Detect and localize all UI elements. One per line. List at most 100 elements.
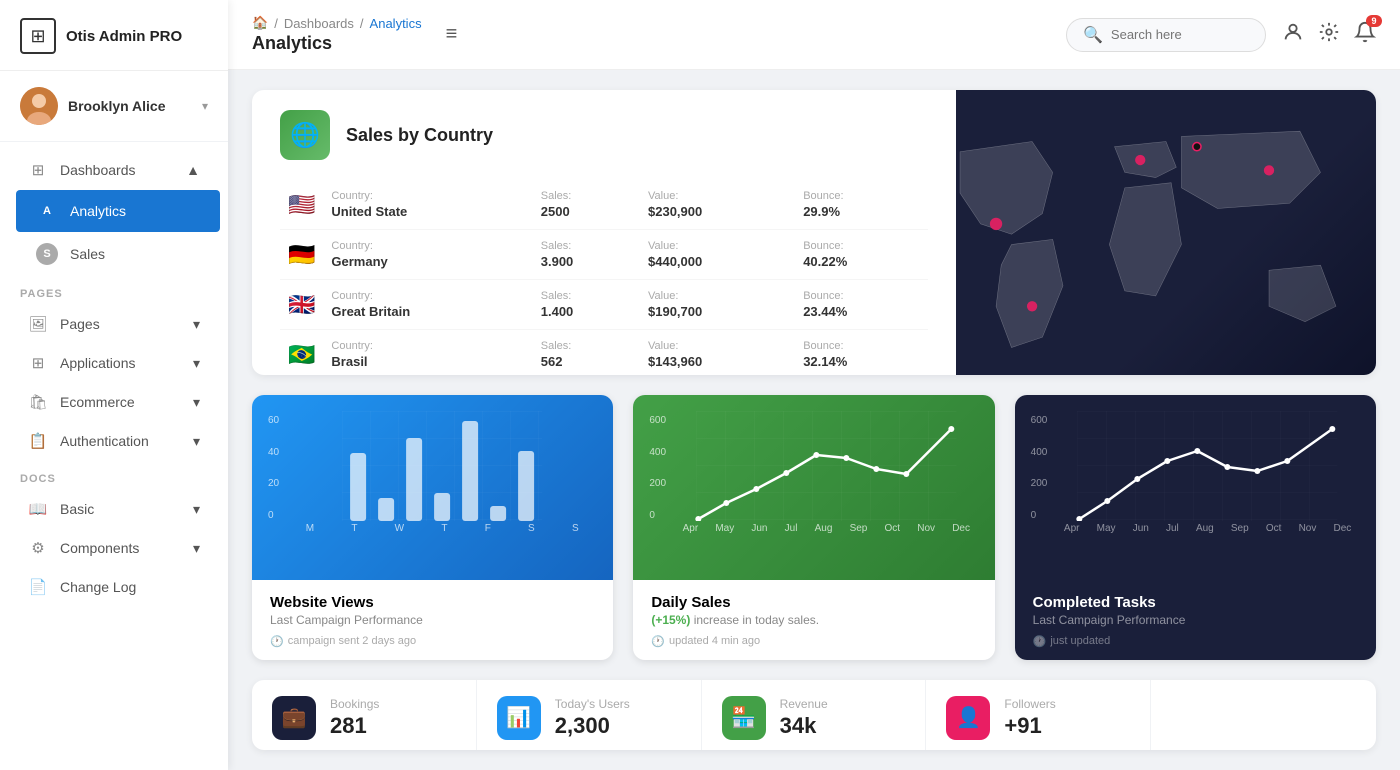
today-users-icon: 📊 (497, 696, 541, 740)
analytics-letter: A (36, 200, 58, 222)
daily-sales-highlight: (+15%) (651, 613, 690, 627)
country-bounce-cell: Bounce: 40.22% (795, 230, 928, 280)
bookings-icon: 💼 (272, 696, 316, 740)
breadcrumb-sep: / (274, 16, 278, 31)
revenue-icon: 🏪 (722, 696, 766, 740)
y-axis-labels: 60 40 20 0 (268, 411, 279, 521)
website-views-info: Website Views Last Campaign Performance … (252, 580, 613, 660)
topbar-icons: 9 (1282, 21, 1376, 48)
sidebar-item-changelog[interactable]: 📄 Change Log (8, 568, 220, 606)
chevron-up-icon: ▲ (186, 162, 200, 178)
breadcrumb-block: 🏠 / Dashboards / Analytics Analytics (252, 15, 422, 54)
sidebar-item-components[interactable]: ⚙ Components ▾ (8, 529, 220, 567)
sidebar-logo: ⊞ Otis Admin PRO (0, 0, 228, 71)
completed-tasks-info: Completed Tasks Last Campaign Performanc… (1015, 580, 1376, 660)
sales-header: 🌐 Sales by Country (280, 110, 928, 160)
country-bounce-cell: Bounce: 23.44% (795, 280, 928, 330)
search-icon: 🔍 (1083, 25, 1103, 45)
sidebar-item-analytics[interactable]: A Analytics (16, 190, 220, 232)
clock-icon: 🕐 (651, 635, 665, 648)
sidebar-item-authentication[interactable]: 📋 Authentication ▾ (8, 422, 220, 460)
sidebar-item-basic[interactable]: 📖 Basic ▾ (8, 490, 220, 528)
country-value-cell: Value: $440,000 (640, 230, 795, 280)
sidebar: ⊞ Otis Admin PRO Brooklyn Alice ▾ ⊞ Dash… (0, 0, 228, 770)
search-box[interactable]: 🔍 (1066, 18, 1266, 52)
chevron-down-icon: ▾ (202, 99, 208, 113)
website-views-meta: 🕐 campaign sent 2 days ago (270, 635, 595, 648)
country-sales-cell: Sales: 562 (533, 330, 640, 375)
country-value-cell: Value: $190,700 (640, 280, 795, 330)
chevron-down-icon: ▾ (193, 501, 200, 518)
page-title: Analytics (252, 33, 422, 54)
country-value-cell: Value: $230,900 (640, 180, 795, 230)
followers-label: Followers (1004, 697, 1055, 711)
website-views-card: 60 40 20 0 (252, 395, 613, 660)
stat-followers: 👤 Followers +91 (926, 680, 1151, 750)
revenue-label: Revenue (780, 697, 828, 711)
sidebar-item-sales[interactable]: S Sales (16, 233, 220, 275)
chevron-down-icon: ▾ (193, 316, 200, 333)
menu-icon[interactable]: ≡ (446, 23, 458, 46)
country-bounce-cell: Bounce: 29.9% (795, 180, 928, 230)
sidebar-item-dashboards[interactable]: ⊞ Dashboards ▲ (8, 151, 220, 189)
bookings-value: 281 (330, 713, 379, 739)
breadcrumb: 🏠 / Dashboards / Analytics (252, 15, 422, 31)
sidebar-item-pages[interactable]: 🖼 Pages ▾ (8, 305, 220, 343)
content-area: 🌐 Sales by Country 🇺🇸 Country: United St… (228, 70, 1400, 770)
sidebar-item-ecommerce[interactable]: 🛍 Ecommerce ▾ (8, 383, 220, 421)
avatar (20, 87, 58, 125)
breadcrumb-dashboards[interactable]: Dashboards (284, 16, 354, 31)
bar-chart-svg (287, 411, 597, 521)
stats-row: 💼 Bookings 281 📊 Today's Users 2,300 🏪 R… (252, 680, 1376, 750)
settings-icon[interactable] (1318, 21, 1340, 48)
globe-icon: 🌐 (280, 110, 330, 160)
home-icon[interactable]: 🏠 (252, 15, 268, 31)
chevron-down-icon: ▾ (193, 540, 200, 557)
website-views-title: Website Views (270, 594, 595, 611)
today-users-value: 2,300 (555, 713, 630, 739)
stat-followers-text: Followers +91 (1004, 697, 1055, 739)
country-flag: 🇧🇷 (280, 330, 323, 375)
country-bounce-cell: Bounce: 32.14% (795, 330, 928, 375)
notifications-icon[interactable]: 9 (1354, 21, 1376, 48)
y-axis-labels: 600 400 200 0 (1031, 411, 1048, 521)
charts-row: 60 40 20 0 (252, 395, 1376, 660)
breadcrumb-current: Analytics (370, 16, 422, 31)
applications-icon: ⊞ (28, 354, 48, 372)
country-flag: 🇩🇪 (280, 230, 323, 280)
stat-bookings: 💼 Bookings 281 (252, 680, 477, 750)
country-name-cell: Country: Brasil (323, 330, 532, 375)
country-sales-cell: Sales: 2500 (533, 180, 640, 230)
stat-today-users-text: Today's Users 2,300 (555, 697, 630, 739)
user-profile-icon[interactable] (1282, 21, 1304, 48)
completed-tasks-chart: 600 400 200 0 (1015, 395, 1376, 580)
chevron-down-icon: ▾ (193, 355, 200, 372)
chevron-down-icon: ▾ (193, 433, 200, 450)
sales-letter: S (36, 243, 58, 265)
changelog-icon: 📄 (28, 578, 48, 596)
world-map (956, 90, 1376, 375)
country-row: 🇩🇪 Country: Germany Sales: 3.900 Value: … (280, 230, 928, 280)
country-row: 🇺🇸 Country: United State Sales: 2500 Val… (280, 180, 928, 230)
pages-icon: 🖼 (28, 315, 48, 333)
clock-icon: 🕐 (270, 635, 284, 648)
stat-revenue: 🏪 Revenue 34k (702, 680, 927, 750)
notification-badge: 9 (1366, 15, 1382, 27)
components-icon: ⚙ (28, 539, 48, 557)
country-table: 🇺🇸 Country: United State Sales: 2500 Val… (280, 180, 928, 375)
sidebar-user[interactable]: Brooklyn Alice ▾ (0, 71, 228, 142)
followers-icon: 👤 (946, 696, 990, 740)
logo-text: Otis Admin PRO (66, 28, 182, 45)
daily-sales-title: Daily Sales (651, 594, 976, 611)
search-input[interactable] (1111, 27, 1249, 42)
logo-icon: ⊞ (20, 18, 56, 54)
country-row: 🇬🇧 Country: Great Britain Sales: 1.400 V… (280, 280, 928, 330)
daily-sales-card: 600 400 200 0 (633, 395, 994, 660)
stat-today-users: 📊 Today's Users 2,300 (477, 680, 702, 750)
country-name-cell: Country: United State (323, 180, 532, 230)
ecommerce-icon: 🛍 (28, 393, 48, 411)
country-flag: 🇬🇧 (280, 280, 323, 330)
basic-icon: 📖 (28, 500, 48, 518)
website-views-chart: 60 40 20 0 (252, 395, 613, 580)
sidebar-item-applications[interactable]: ⊞ Applications ▾ (8, 344, 220, 382)
